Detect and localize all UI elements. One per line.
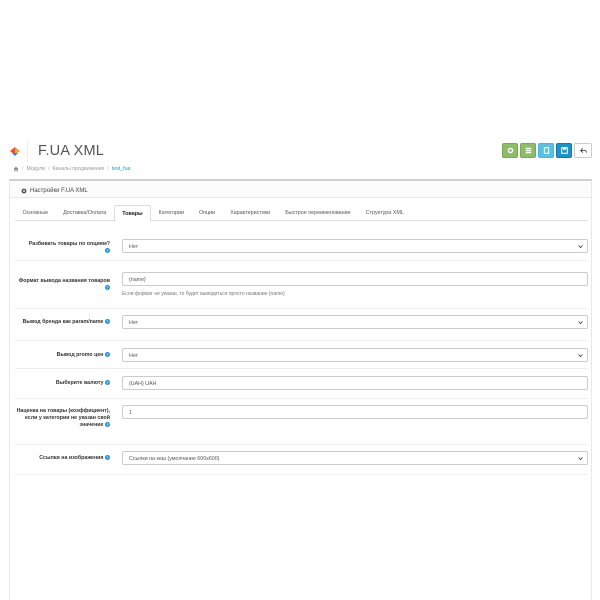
- tab-quick-rename[interactable]: Быстрое переименование: [278, 205, 358, 221]
- toolbar: [502, 143, 592, 158]
- panel-title: Настройки F.UA XML: [30, 188, 88, 194]
- form-label: Ссылки на изображения ?: [15, 455, 110, 462]
- form-label: Наценка на товары (коэффициент), если у …: [15, 408, 110, 429]
- list-icon: [525, 147, 531, 154]
- help-icon[interactable]: ?: [105, 455, 110, 461]
- markup-input[interactable]: 1: [122, 405, 588, 419]
- help-icon[interactable]: ?: [105, 422, 110, 428]
- settings-panel: Настройки F.UA XML Основные Доставка/Опл…: [9, 179, 592, 600]
- list-button[interactable]: [520, 143, 536, 158]
- reply-icon: [579, 148, 587, 153]
- form-row-currency: Выберите валюту ? (UAH) UAH: [15, 369, 588, 399]
- breadcrumb-separator: /: [22, 166, 24, 172]
- help-icon[interactable]: ?: [105, 352, 110, 358]
- tab-products[interactable]: Товары: [113, 205, 152, 222]
- select-value: Ссылки на кеш (умолчание 600x600): [129, 455, 220, 462]
- back-button[interactable]: [574, 143, 592, 158]
- help-text: Если формат не указан, то будет выводить…: [122, 291, 285, 297]
- form-row-image-links: Ссылки на изображения ? Ссылки на кеш (у…: [15, 445, 588, 475]
- chevron-down-icon: [578, 457, 583, 461]
- form-row-brand: Вывод бренда как param/name ? Нет: [15, 309, 588, 341]
- promo-output-select[interactable]: Нет: [122, 348, 588, 362]
- page: F.UA XML / Модули / Каналы продвижения /…: [0, 0, 600, 600]
- image-links-select[interactable]: Ссылки на кеш (умолчание 600x600): [122, 451, 588, 465]
- help-icon[interactable]: ?: [105, 380, 110, 386]
- brand-output-select[interactable]: Нет: [122, 315, 588, 329]
- save-button[interactable]: [556, 143, 572, 158]
- breadcrumb-item[interactable]: Модули: [26, 166, 45, 172]
- form-label: Разбивать товары по опциям? ?: [15, 241, 110, 255]
- form-label: Формат вывода названия товаров ?: [15, 278, 110, 292]
- input-value: {name}: [129, 276, 146, 283]
- gear-icon: [507, 147, 513, 154]
- form-row-markup: Наценка на товары (коэффициент), если у …: [15, 399, 588, 445]
- label-text: Вывод promo цен: [56, 352, 104, 358]
- breadcrumb-separator: /: [48, 166, 50, 172]
- form-label: Вывод бренда как param/name ?: [15, 319, 110, 326]
- help-icon[interactable]: ?: [105, 319, 110, 325]
- chevron-down-icon: [578, 245, 583, 249]
- save-icon: [560, 147, 568, 154]
- tab-categories[interactable]: Категории: [151, 205, 191, 221]
- form-row-split-options: Разбивать товары по опциям? ? Нет: [15, 233, 588, 261]
- breadcrumb-item[interactable]: Каналы продвижения: [53, 166, 105, 172]
- select-value: (UAH) UAH: [129, 380, 157, 387]
- form-label: Выберите валюту ?: [15, 380, 110, 387]
- chevron-down-icon: [578, 321, 583, 325]
- select-value: Нет: [129, 243, 139, 250]
- tab-bar: Основные Доставка/Оплата Товары Категори…: [15, 205, 588, 222]
- copy-button[interactable]: [538, 143, 554, 158]
- help-icon[interactable]: ?: [105, 285, 110, 291]
- gear-icon: [21, 188, 27, 194]
- tab-general[interactable]: Основные: [15, 205, 56, 221]
- label-text: Разбивать товары по опциям?: [28, 241, 110, 247]
- name-format-input[interactable]: {name}: [122, 272, 588, 286]
- label-text: Вывод бренда как param/name: [22, 319, 104, 325]
- home-icon[interactable]: [13, 166, 19, 172]
- split-options-select[interactable]: Нет: [122, 239, 588, 253]
- form-row-promo: Вывод promo цен ? Нет: [15, 341, 588, 369]
- help-icon[interactable]: ?: [105, 248, 110, 254]
- select-value: Нет: [129, 352, 139, 359]
- tab-attributes[interactable]: Характеристики: [223, 205, 278, 221]
- input-value: 1: [129, 409, 132, 416]
- label-text: Формат вывода названия товаров: [18, 278, 110, 284]
- breadcrumb-separator: /: [107, 166, 109, 172]
- opencart-logo-icon: [10, 147, 20, 156]
- label-text: Наценка на товары (коэффициент), если у …: [16, 408, 110, 428]
- label-text: Ссылки на изображения: [39, 455, 104, 461]
- tab-xml-structure[interactable]: Структура XML: [358, 205, 411, 221]
- form-row-name-format: Формат вывода названия товаров ? {name} …: [15, 261, 588, 309]
- currency-select[interactable]: (UAH) UAH: [122, 376, 588, 390]
- copy-icon: [543, 147, 549, 154]
- page-title: F.UA XML: [38, 143, 105, 159]
- tab-options[interactable]: Опции: [191, 205, 222, 221]
- tab-delivery-payment[interactable]: Доставка/Оплата: [56, 205, 114, 221]
- breadcrumb: / Модули / Каналы продвижения / test_fua: [13, 166, 130, 172]
- chevron-down-icon: [578, 354, 583, 358]
- settings-button[interactable]: [502, 143, 518, 158]
- header-divider: [27, 140, 28, 162]
- panel-heading: Настройки F.UA XML: [10, 181, 591, 198]
- form-label: Вывод promo цен ?: [15, 352, 110, 359]
- label-text: Выберите валюту: [55, 380, 104, 386]
- breadcrumb-item[interactable]: test_fua: [112, 166, 130, 172]
- select-value: Нет: [129, 319, 139, 326]
